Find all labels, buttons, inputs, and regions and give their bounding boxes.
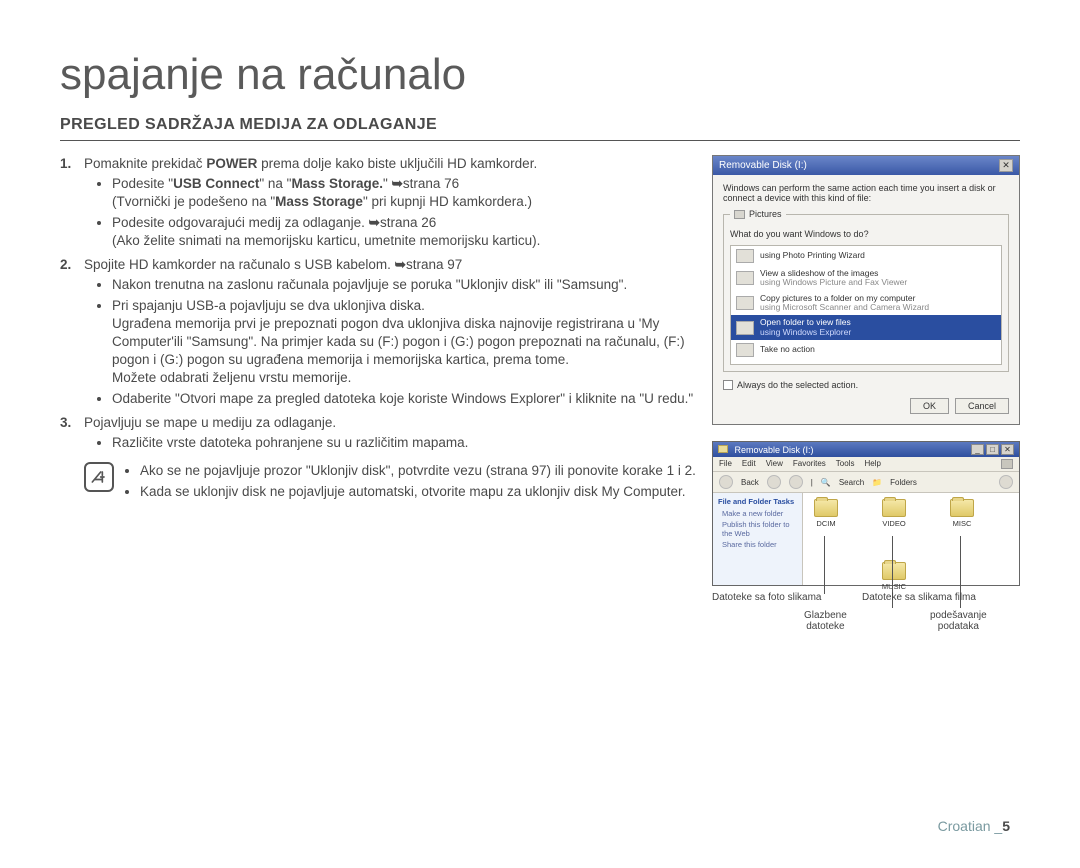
step-2-bullet-2: Pri spajanju USB-a pojavljuju se dva ukl…: [112, 297, 700, 388]
always-checkbox-row[interactable]: Always do the selected action.: [723, 380, 1009, 390]
step-3-bullet-1: Različite vrste datoteka pohranjene su u…: [112, 434, 700, 452]
dialog-legend: Pictures: [730, 209, 786, 219]
explorer-title: Removable Disk (I:): [718, 445, 814, 455]
step-2-bullet-3: Odaberite "Otvori mape za pregled datote…: [112, 390, 700, 408]
back-icon[interactable]: [719, 475, 733, 489]
note-block: Ako se ne pojavljuje prozor "Uklonjiv di…: [60, 460, 700, 502]
folder-view[interactable]: DCIM VIDEO MISC MUSIC: [803, 493, 1019, 585]
step-number: 3.: [60, 414, 71, 432]
pictures-icon: [734, 210, 745, 219]
camera-icon: [736, 296, 754, 310]
task-publish[interactable]: Publish this folder to the Web: [722, 520, 797, 538]
callout-misc-2: podataka: [938, 621, 979, 632]
option-photo-wizard[interactable]: using Photo Printing Wizard: [731, 246, 1001, 266]
note-2: Kada se uklonjiv disk ne pojavljuje auto…: [140, 483, 696, 501]
folder-misc[interactable]: MISC: [945, 499, 979, 528]
checkbox-label: Always do the selected action.: [737, 380, 858, 390]
note-1: Ako se ne pojavljuje prozor "Uklonjiv di…: [140, 462, 696, 480]
cancel-button[interactable]: Cancel: [955, 398, 1009, 414]
ok-button[interactable]: OK: [910, 398, 949, 414]
callout-film: Datoteke sa slikama filma: [862, 592, 976, 603]
views-icon[interactable]: [999, 475, 1013, 489]
folders-label[interactable]: Folders: [890, 478, 917, 487]
tasks-heading: File and Folder Tasks: [718, 497, 797, 506]
back-label: Back: [741, 478, 759, 487]
checkbox-icon[interactable]: [723, 380, 733, 390]
autoplay-dialog: Removable Disk (I:) ✕ Windows can perfor…: [712, 155, 1020, 425]
task-new-folder[interactable]: Make a new folder: [722, 509, 797, 518]
menu-edit[interactable]: Edit: [742, 459, 756, 469]
dialog-prompt: Windows can perform the same action each…: [723, 183, 1009, 203]
maximize-icon[interactable]: □: [986, 444, 999, 455]
step-2-bullet-1: Nakon trenutna na zaslonu računala pojav…: [112, 276, 700, 294]
drive-icon: [718, 445, 728, 453]
option-slideshow[interactable]: View a slideshow of the imagesusing Wind…: [731, 266, 1001, 291]
step-1-bullet-1: Podesite "USB Connect" na "Mass Storage.…: [112, 175, 700, 211]
tasks-pane: File and Folder Tasks Make a new folder …: [713, 493, 803, 585]
folder-icon: [736, 321, 754, 335]
minimize-icon[interactable]: _: [971, 444, 984, 455]
dialog-title: Removable Disk (I:): [719, 160, 807, 171]
option-open-folder[interactable]: Open folder to view filesusing Windows E…: [731, 315, 1001, 340]
folder-icon: [950, 499, 974, 517]
slideshow-icon: [736, 271, 754, 285]
page-title: spajanje na računalo: [60, 50, 1020, 100]
search-label[interactable]: Search: [839, 478, 864, 487]
forward-icon[interactable]: [767, 475, 781, 489]
folder-icon: [882, 562, 906, 580]
step-2: 2. Spojite HD kamkorder na računalo s US…: [60, 256, 700, 408]
callouts: Datoteke sa foto slikama Datoteke sa sli…: [712, 586, 1020, 656]
callout-misc-1: podešavanje: [930, 610, 987, 621]
cancel-icon: [736, 343, 754, 357]
page-footer: Croatian _5: [938, 818, 1010, 834]
step-1-bullet-2: Podesite odgovarajući medij za odlaganje…: [112, 214, 700, 250]
folder-dcim[interactable]: DCIM: [809, 499, 843, 528]
menu-favorites[interactable]: Favorites: [793, 459, 826, 469]
step-number: 1.: [60, 155, 71, 173]
instructions-column: 1. Pomaknite prekidač POWER prema dolje …: [60, 155, 700, 656]
step-3: 3. Pojavljuju se mape u mediju za odlaga…: [60, 414, 700, 452]
option-copy-pictures[interactable]: Copy pictures to a folder on my computer…: [731, 291, 1001, 316]
folder-icon: [882, 499, 906, 517]
callout-photo: Datoteke sa foto slikama: [712, 592, 822, 603]
explorer-window: Removable Disk (I:) _ □ ✕ File Edit View…: [712, 441, 1020, 586]
toolbar[interactable]: Back | 🔍Search 📁Folders: [713, 472, 1019, 493]
option-list[interactable]: using Photo Printing Wizard View a slide…: [730, 245, 1002, 365]
folder-video[interactable]: VIDEO: [877, 499, 911, 528]
printer-icon: [736, 249, 754, 263]
close-icon[interactable]: ✕: [999, 159, 1013, 172]
menu-file[interactable]: File: [719, 459, 732, 469]
step-1: 1. Pomaknite prekidač POWER prema dolje …: [60, 155, 700, 250]
menu-view[interactable]: View: [766, 459, 783, 469]
windows-flag-icon: [1001, 459, 1013, 469]
menu-help[interactable]: Help: [864, 459, 880, 469]
close-icon[interactable]: ✕: [1001, 444, 1014, 455]
menu-bar[interactable]: File Edit View Favorites Tools Help: [713, 457, 1019, 472]
section-heading: PREGLED SADRŽAJA MEDIJA ZA ODLAGANJE: [60, 116, 1020, 141]
step-number: 2.: [60, 256, 71, 274]
callout-music-1: Glazbene: [804, 610, 847, 621]
task-share[interactable]: Share this folder: [722, 540, 797, 549]
callout-music-2: datoteke: [806, 621, 844, 632]
menu-tools[interactable]: Tools: [836, 459, 855, 469]
option-no-action[interactable]: Take no action: [731, 340, 1001, 360]
folder-icon: [814, 499, 838, 517]
dialog-question: What do you want Windows to do?: [730, 229, 1002, 239]
note-icon: [84, 462, 114, 492]
up-icon[interactable]: [789, 475, 803, 489]
